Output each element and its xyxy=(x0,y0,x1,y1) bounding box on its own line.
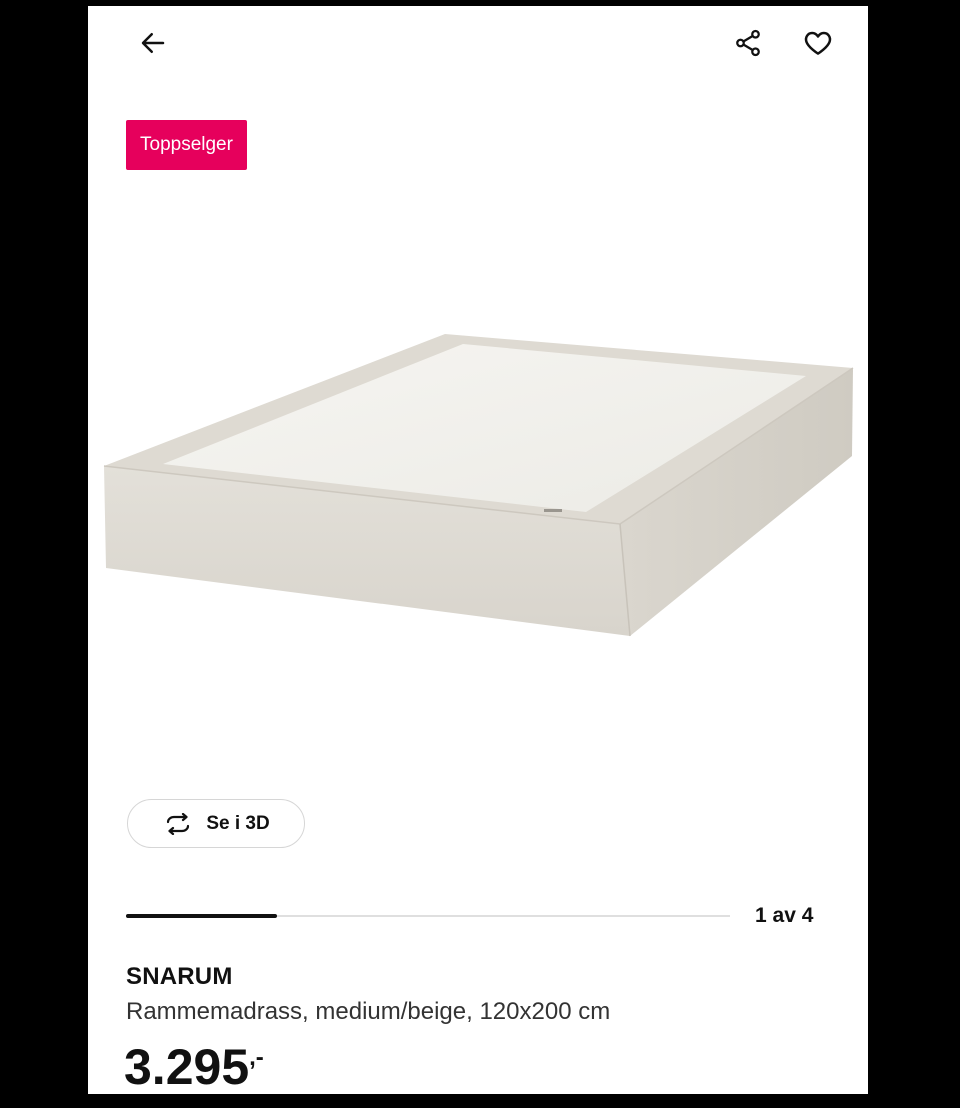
heart-icon xyxy=(804,31,832,55)
product-image[interactable] xyxy=(88,306,868,666)
back-button[interactable] xyxy=(129,19,177,67)
view-in-3d-button[interactable]: Se i 3D xyxy=(127,799,305,848)
gallery-progress-bar xyxy=(126,914,730,918)
product-page: Toppselger Se i 3D 1 av 4 SNARUM Rammema… xyxy=(88,6,868,1094)
view-in-3d-label: Se i 3D xyxy=(206,812,270,834)
share-icon xyxy=(736,29,760,57)
product-name: SNARUM xyxy=(126,963,233,990)
product-description: Rammemadrass, medium/beige, 120x200 cm xyxy=(126,998,611,1025)
favourite-button[interactable] xyxy=(794,19,842,67)
top-seller-badge: Toppselger xyxy=(126,120,247,170)
product-price: 3.295,- xyxy=(124,1042,264,1092)
price-suffix: ,- xyxy=(249,1044,264,1071)
price-value: 3.295 xyxy=(124,1039,250,1094)
arrow-left-icon xyxy=(141,33,165,53)
rotate-3d-icon xyxy=(167,812,190,835)
gallery-counter: 1 av 4 xyxy=(755,904,814,927)
share-button[interactable] xyxy=(724,19,772,67)
gallery-progress-fill xyxy=(126,914,277,918)
